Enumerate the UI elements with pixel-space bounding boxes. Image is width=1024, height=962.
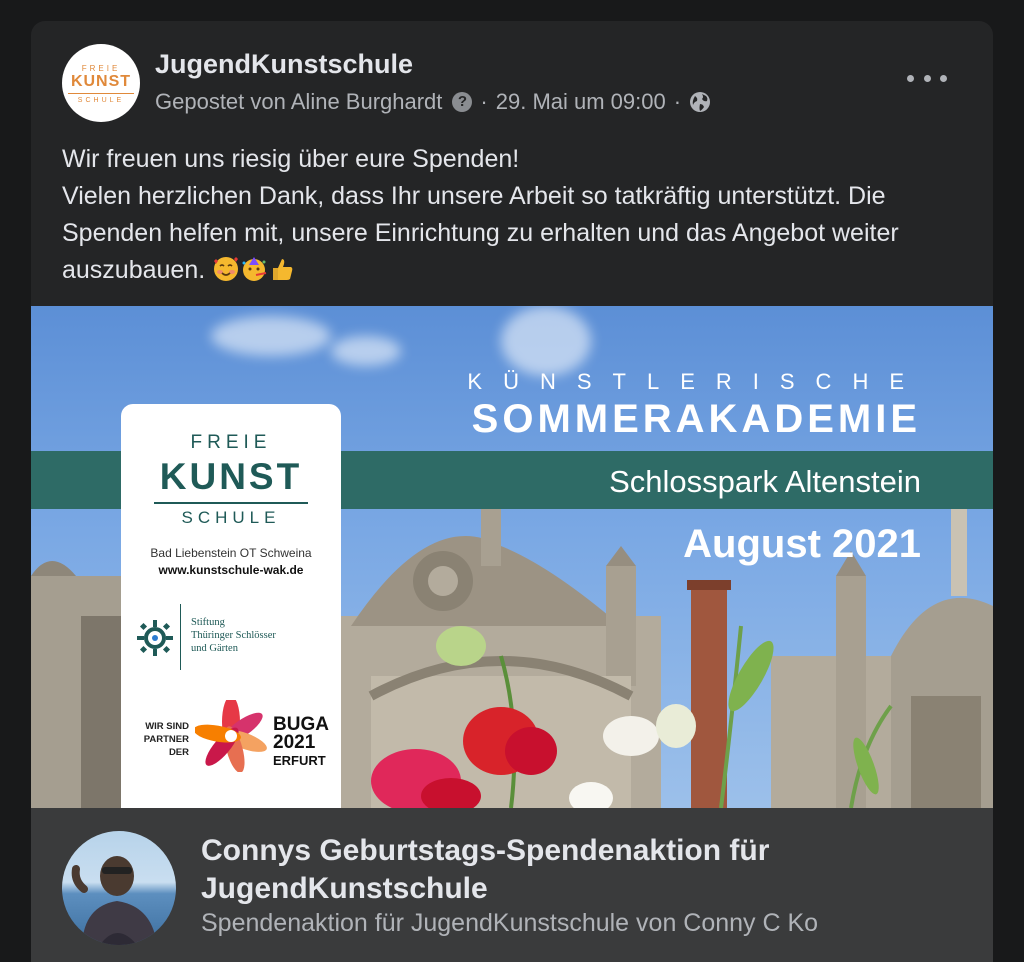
logo-panel: FREIE KUNST SCHULE Bad Liebenstein OT Sc… bbox=[121, 404, 341, 808]
post-message-body: Vielen herzlichen Dank, dass Ihr unsere … bbox=[62, 178, 967, 289]
banner-location: Schlosspark Altenstein bbox=[609, 464, 921, 499]
partner-line1: WIR SIND bbox=[145, 721, 189, 732]
post-meta: Gepostet von Aline Burghardt ? · 29. Mai… bbox=[155, 89, 711, 115]
page-name-link[interactable]: JugendKunstschule bbox=[155, 49, 413, 80]
more-dot bbox=[940, 74, 947, 82]
smiling-face-with-hearts-emoji bbox=[214, 257, 239, 281]
page-avatar[interactable]: FREIE KUNST SCHULE bbox=[62, 44, 140, 122]
fundraiser-title[interactable]: Connys Geburtstags-Spendenaktion für Jug… bbox=[201, 832, 961, 908]
logo-freie: FREIE bbox=[190, 432, 272, 453]
logo-kunst: KUNST bbox=[154, 456, 308, 504]
cloud bbox=[211, 316, 331, 356]
meta-separator: · bbox=[480, 89, 488, 114]
avatar-logo-line2: KUNST bbox=[68, 73, 134, 94]
partner-text: WIR SIND PARTNER DER bbox=[131, 720, 189, 759]
stiftung-line3: und Gärten bbox=[191, 643, 238, 654]
posted-by-text: Gepostet von Aline Burghardt bbox=[155, 89, 443, 114]
cloud bbox=[331, 336, 401, 366]
partner-line2: PARTNER bbox=[143, 734, 189, 745]
cloud bbox=[501, 306, 591, 376]
avatar-logo-line3: SCHULE bbox=[77, 97, 125, 104]
logo-schule: SCHULE bbox=[181, 508, 281, 527]
stiftung-line2: Thüringer Schlösser bbox=[191, 630, 276, 641]
buga-line2: 2021 bbox=[273, 732, 316, 753]
stiftung-line1: Stiftung bbox=[191, 617, 225, 628]
thumbs-up-emoji bbox=[273, 259, 293, 280]
post-timestamp[interactable]: 29. Mai um 09:00 bbox=[496, 89, 666, 115]
partying-face-emoji bbox=[242, 257, 267, 281]
more-dot bbox=[923, 74, 931, 82]
more-options-button[interactable] bbox=[907, 63, 947, 93]
logo-url: www.kunstschule-wak.de bbox=[158, 563, 304, 577]
buga-line3: ERFURT bbox=[273, 753, 326, 768]
logo-address: Bad Liebenstein OT Schweina bbox=[150, 546, 312, 560]
more-horizontal-icon bbox=[907, 74, 914, 82]
question-circle-icon[interactable]: ? bbox=[452, 92, 473, 112]
post-message-line2: Vielen herzlichen Dank, dass Ihr unsere … bbox=[62, 182, 899, 284]
buga-text: BUGA 2021 ERFURT bbox=[273, 715, 329, 770]
banner-headline: SOMMERAKADEMIE bbox=[471, 397, 921, 441]
post-image[interactable]: KÜNSTLERISCHE SOMMERAKADEMIE Schlosspark… bbox=[31, 306, 993, 808]
person-photo bbox=[71, 856, 157, 945]
partner-line3: DER bbox=[168, 747, 189, 758]
stiftung-logo-icon bbox=[137, 620, 173, 656]
meta-separator: · bbox=[673, 89, 682, 114]
globe-icon[interactable] bbox=[689, 91, 711, 113]
banner-kicker: KÜNSTLERISCHE bbox=[467, 369, 925, 394]
stiftung-text: Stiftung Thüringer Schlösser und Gärten bbox=[191, 616, 276, 655]
fundraiser-subtitle: Spendenaktion für JugendKunstschule von … bbox=[201, 909, 819, 937]
banner-date: August 2021 bbox=[683, 522, 921, 566]
divider bbox=[180, 604, 181, 670]
fundraiser-avatar[interactable] bbox=[62, 831, 176, 945]
post-message-line1: Wir freuen uns riesig über eure Spenden! bbox=[62, 145, 520, 173]
buga-flower-icon bbox=[195, 700, 267, 772]
avatar-logo-line1: FREIE bbox=[81, 64, 121, 73]
post-card: FREIE KUNST SCHULE JugendKunstschule Gep… bbox=[31, 21, 993, 962]
fundraiser-attachment[interactable]: Connys Geburtstags-Spendenaktion für Jug… bbox=[31, 808, 993, 962]
post-message: Wir freuen uns riesig über eure Spenden!… bbox=[62, 141, 967, 289]
